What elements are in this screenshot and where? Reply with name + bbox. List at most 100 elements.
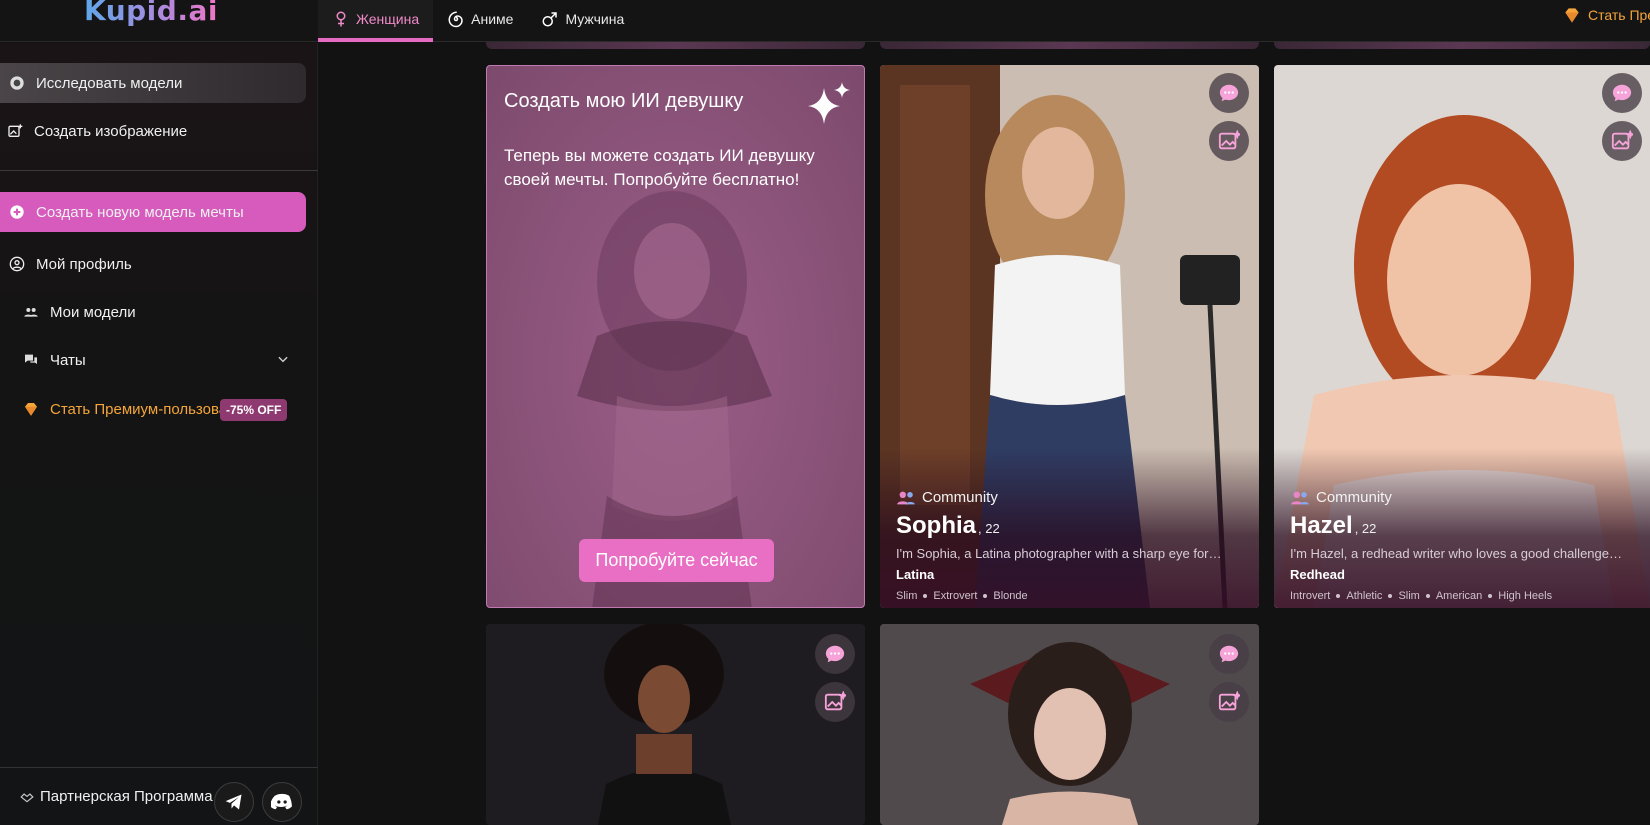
tab-anime[interactable]: Аниме	[433, 0, 527, 42]
tag-separator	[1336, 594, 1341, 598]
sidebar-item-profile[interactable]: Мой профиль	[0, 244, 306, 284]
model-card[interactable]	[486, 624, 865, 825]
tag: High Heels	[1498, 590, 1553, 602]
community-label: Community	[1290, 489, 1636, 506]
model-tags: Slim Extrovert Blonde	[896, 590, 1245, 602]
discord-button[interactable]	[262, 782, 302, 822]
telegram-button[interactable]	[214, 782, 254, 822]
chat-button[interactable]	[1209, 634, 1249, 674]
tag-separator	[983, 594, 988, 598]
model-description: I'm Sophia, a Latina photographer with a…	[896, 546, 1222, 561]
diamond-icon	[1565, 8, 1579, 23]
compass-icon	[8, 74, 26, 92]
model-card[interactable]: Community Sophia , 22 I'm Sophia, a Lati…	[880, 65, 1259, 608]
model-photo	[486, 624, 865, 825]
sidebar-item-label: Чаты	[50, 351, 86, 369]
sidebar-item-create-image[interactable]: Создать изображение	[0, 111, 306, 151]
tag: Slim	[1398, 590, 1420, 602]
sidebar-item-explore[interactable]: Исследовать модели	[0, 63, 306, 103]
tag: Extrovert	[933, 590, 978, 602]
discount-badge: -75% OFF	[220, 399, 288, 421]
tag-separator	[1425, 594, 1430, 598]
model-card[interactable]	[880, 624, 1259, 825]
top-bar: Kupid.ai Женщина Аниме Мужчина Стать Пре…	[0, 0, 1650, 42]
chat-icon	[825, 645, 845, 663]
gender-tabs: Женщина Аниме Мужчина	[318, 0, 638, 42]
sidebar-item-label: Создать новую модель мечты	[36, 203, 244, 221]
ai-image-button[interactable]	[1602, 121, 1642, 161]
card-edge	[880, 42, 1259, 49]
card-info: Community Hazel , 22 I'm Hazel, a redhea…	[1290, 489, 1636, 602]
chat-button[interactable]	[815, 634, 855, 674]
users-icon	[1291, 491, 1309, 504]
ai-image-icon	[1611, 130, 1633, 150]
handshake-icon	[20, 792, 34, 802]
sidebar-item-chats[interactable]: Чаты	[0, 340, 306, 380]
try-now-button[interactable]: Попробуйте сейчас	[579, 539, 774, 582]
partner-section: Партнерская Программа	[0, 767, 318, 825]
ai-image-button[interactable]	[815, 682, 855, 722]
chat-button[interactable]	[1209, 73, 1249, 113]
telegram-icon	[225, 794, 242, 810]
community-text: Community	[922, 489, 998, 506]
users-icon	[897, 491, 915, 504]
tag-separator	[923, 594, 928, 598]
sparkle-plus-icon	[8, 203, 26, 221]
create-new-model-button[interactable]: Создать новую модель мечты	[0, 192, 306, 232]
model-card[interactable]: Community Hazel , 22 I'm Hazel, a redhea…	[1274, 65, 1650, 608]
tag: American	[1435, 590, 1483, 602]
male-icon	[542, 12, 558, 27]
ai-image-icon	[1218, 691, 1240, 711]
discord-icon	[271, 793, 292, 810]
create-girlfriend-card[interactable]: Создать мою ИИ девушку Теперь вы можете …	[486, 65, 865, 608]
tab-label: Аниме	[471, 11, 514, 27]
model-age: , 22	[978, 521, 1000, 536]
model-age: , 22	[1354, 521, 1377, 536]
tag-separator	[1388, 594, 1393, 598]
sidebar-divider	[0, 170, 318, 171]
tab-female[interactable]: Женщина	[318, 0, 434, 42]
tag: Introvert	[1290, 590, 1331, 602]
user-circle-icon	[8, 255, 26, 273]
chat-icon	[1612, 84, 1632, 102]
model-name: Hazel	[1290, 512, 1353, 539]
tag: Blonde	[993, 590, 1028, 602]
tag-separator	[1488, 594, 1493, 598]
image-plus-icon	[6, 122, 24, 140]
ai-image-button[interactable]	[1209, 121, 1249, 161]
sidebar: Исследовать модели Создать изображение С…	[0, 43, 318, 825]
ai-image-button[interactable]	[1209, 682, 1249, 722]
ai-image-icon	[1218, 130, 1240, 150]
sidebar-item-label: Мой профиль	[36, 255, 132, 273]
sidebar-item-label: Мои модели	[50, 303, 136, 321]
kupid-logo[interactable]: Kupid.ai	[84, 0, 218, 27]
premium-link-top[interactable]: Стать Премиум-пользователем	[1562, 5, 1650, 25]
tag: Slim	[896, 590, 918, 602]
card-info: Community Sophia , 22 I'm Sophia, a Lati…	[896, 489, 1245, 602]
sparkles-icon	[808, 82, 850, 124]
community-label: Community	[896, 489, 1245, 506]
tab-male[interactable]: Мужчина	[527, 0, 638, 42]
promo-text: Теперь вы можете создать ИИ девушку свое…	[504, 146, 815, 189]
model-tags: Introvert Athletic Slim American High He…	[1290, 590, 1636, 602]
ai-image-icon	[824, 691, 846, 711]
sidebar-item-premium[interactable]: Стать Премиум-пользователем -75% OFF	[0, 389, 306, 429]
name-row: Hazel , 22	[1290, 512, 1636, 540]
chat-icon	[1219, 84, 1239, 102]
model-photo	[880, 624, 1259, 825]
model-name: Sophia	[896, 512, 977, 539]
sidebar-item-label: Исследовать модели	[36, 74, 183, 92]
female-icon	[336, 11, 346, 27]
partner-program-link[interactable]: Партнерская Программа	[20, 788, 213, 805]
community-text: Community	[1316, 489, 1392, 506]
sidebar-item-my-models[interactable]: Мои модели	[0, 292, 306, 332]
promo-title: Создать мою ИИ девушку	[504, 90, 744, 112]
chat-icon	[1219, 645, 1239, 663]
model-category: Latina	[896, 567, 935, 582]
tag: Athletic	[1346, 590, 1383, 602]
premium-label: Стать Премиум-пользователем	[1588, 7, 1650, 23]
chat-button[interactable]	[1602, 73, 1642, 113]
chevron-down-icon[interactable]	[276, 352, 290, 366]
partner-label: Партнерская Программа	[40, 788, 213, 805]
model-category: Redhead	[1290, 567, 1345, 582]
